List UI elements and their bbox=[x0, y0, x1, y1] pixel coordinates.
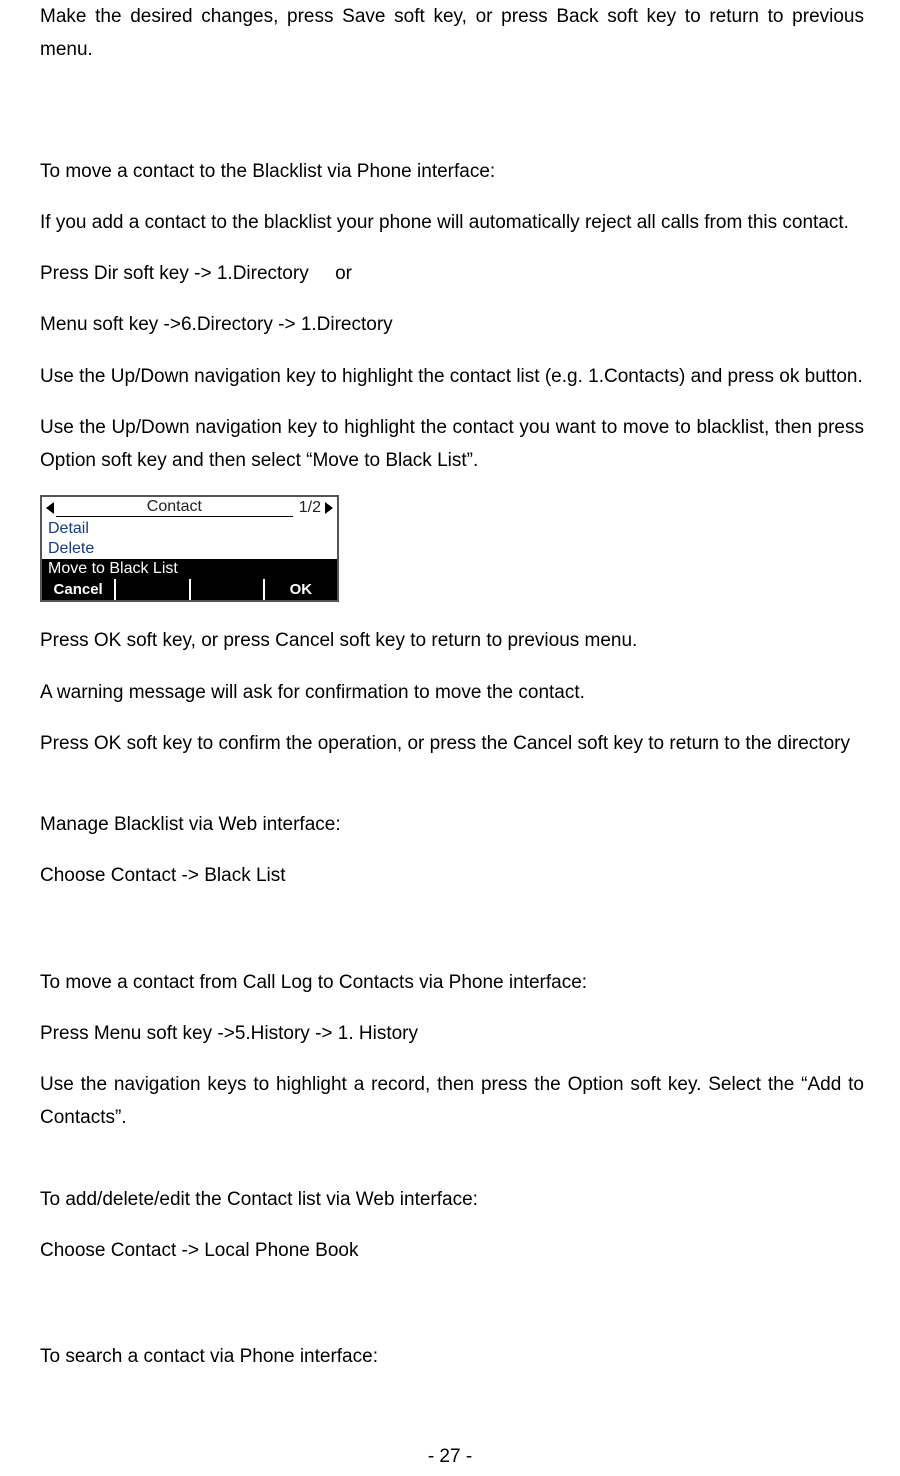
paragraph: Use the Up/Down navigation key to highli… bbox=[40, 411, 864, 478]
section-heading: To move a contact to the Blacklist via P… bbox=[40, 155, 864, 188]
paragraph: A warning message will ask for confirmat… bbox=[40, 676, 864, 709]
softkey-ok: OK bbox=[265, 579, 337, 600]
paragraph: Press OK soft key to confirm the operati… bbox=[40, 727, 864, 760]
lcd-softkey-bar: Cancel OK bbox=[42, 579, 337, 600]
paragraph: Press Dir soft key -> 1.Directory or bbox=[40, 257, 864, 290]
lcd-title-text: Contact bbox=[145, 498, 204, 515]
page-number: - 27 - bbox=[0, 1446, 900, 1468]
section-heading: To add/delete/edit the Contact list via … bbox=[40, 1183, 864, 1216]
spacer bbox=[40, 911, 864, 966]
spacer bbox=[40, 1285, 864, 1340]
arrow-left-icon bbox=[46, 502, 54, 514]
phone-lcd-screenshot: Contact 1/2 Detail Delete Move to Black … bbox=[40, 495, 339, 602]
document-page: Make the desired changes, press Save sof… bbox=[0, 0, 900, 1476]
paragraph: Use the navigation keys to highlight a r… bbox=[40, 1068, 864, 1135]
paragraph: If you add a contact to the blacklist yo… bbox=[40, 206, 864, 239]
lcd-menu-item: Delete bbox=[42, 539, 337, 559]
paragraph: Make the desired changes, press Save sof… bbox=[40, 0, 864, 67]
paragraph: Press OK soft key, or press Cancel soft … bbox=[40, 624, 864, 657]
paragraph: Choose Contact -> Local Phone Book bbox=[40, 1234, 864, 1267]
paragraph: Use the Up/Down navigation key to highli… bbox=[40, 360, 864, 393]
section-heading: To search a contact via Phone interface: bbox=[40, 1340, 864, 1373]
paragraph: Choose Contact -> Black List bbox=[40, 859, 864, 892]
lcd-page-indicator: 1/2 bbox=[299, 499, 321, 517]
section-heading: To move a contact from Call Log to Conta… bbox=[40, 966, 864, 999]
paragraph: Press Menu soft key ->5.History -> 1. Hi… bbox=[40, 1017, 864, 1050]
softkey-blank bbox=[116, 579, 190, 600]
section-heading: Manage Blacklist via Web interface: bbox=[40, 808, 864, 841]
lcd-menu-item-selected: Move to Black List bbox=[42, 559, 337, 579]
spacer bbox=[40, 85, 864, 155]
softkey-blank bbox=[191, 579, 265, 600]
lcd-title: Contact bbox=[56, 499, 293, 517]
spacer bbox=[40, 778, 864, 808]
softkey-cancel: Cancel bbox=[42, 579, 116, 600]
paragraph: Menu soft key ->6.Directory -> 1.Directo… bbox=[40, 308, 864, 341]
lcd-menu-item: Detail bbox=[42, 519, 337, 539]
arrow-right-icon bbox=[325, 502, 333, 514]
lcd-title-bar: Contact 1/2 bbox=[42, 497, 337, 519]
spacer bbox=[40, 1153, 864, 1183]
